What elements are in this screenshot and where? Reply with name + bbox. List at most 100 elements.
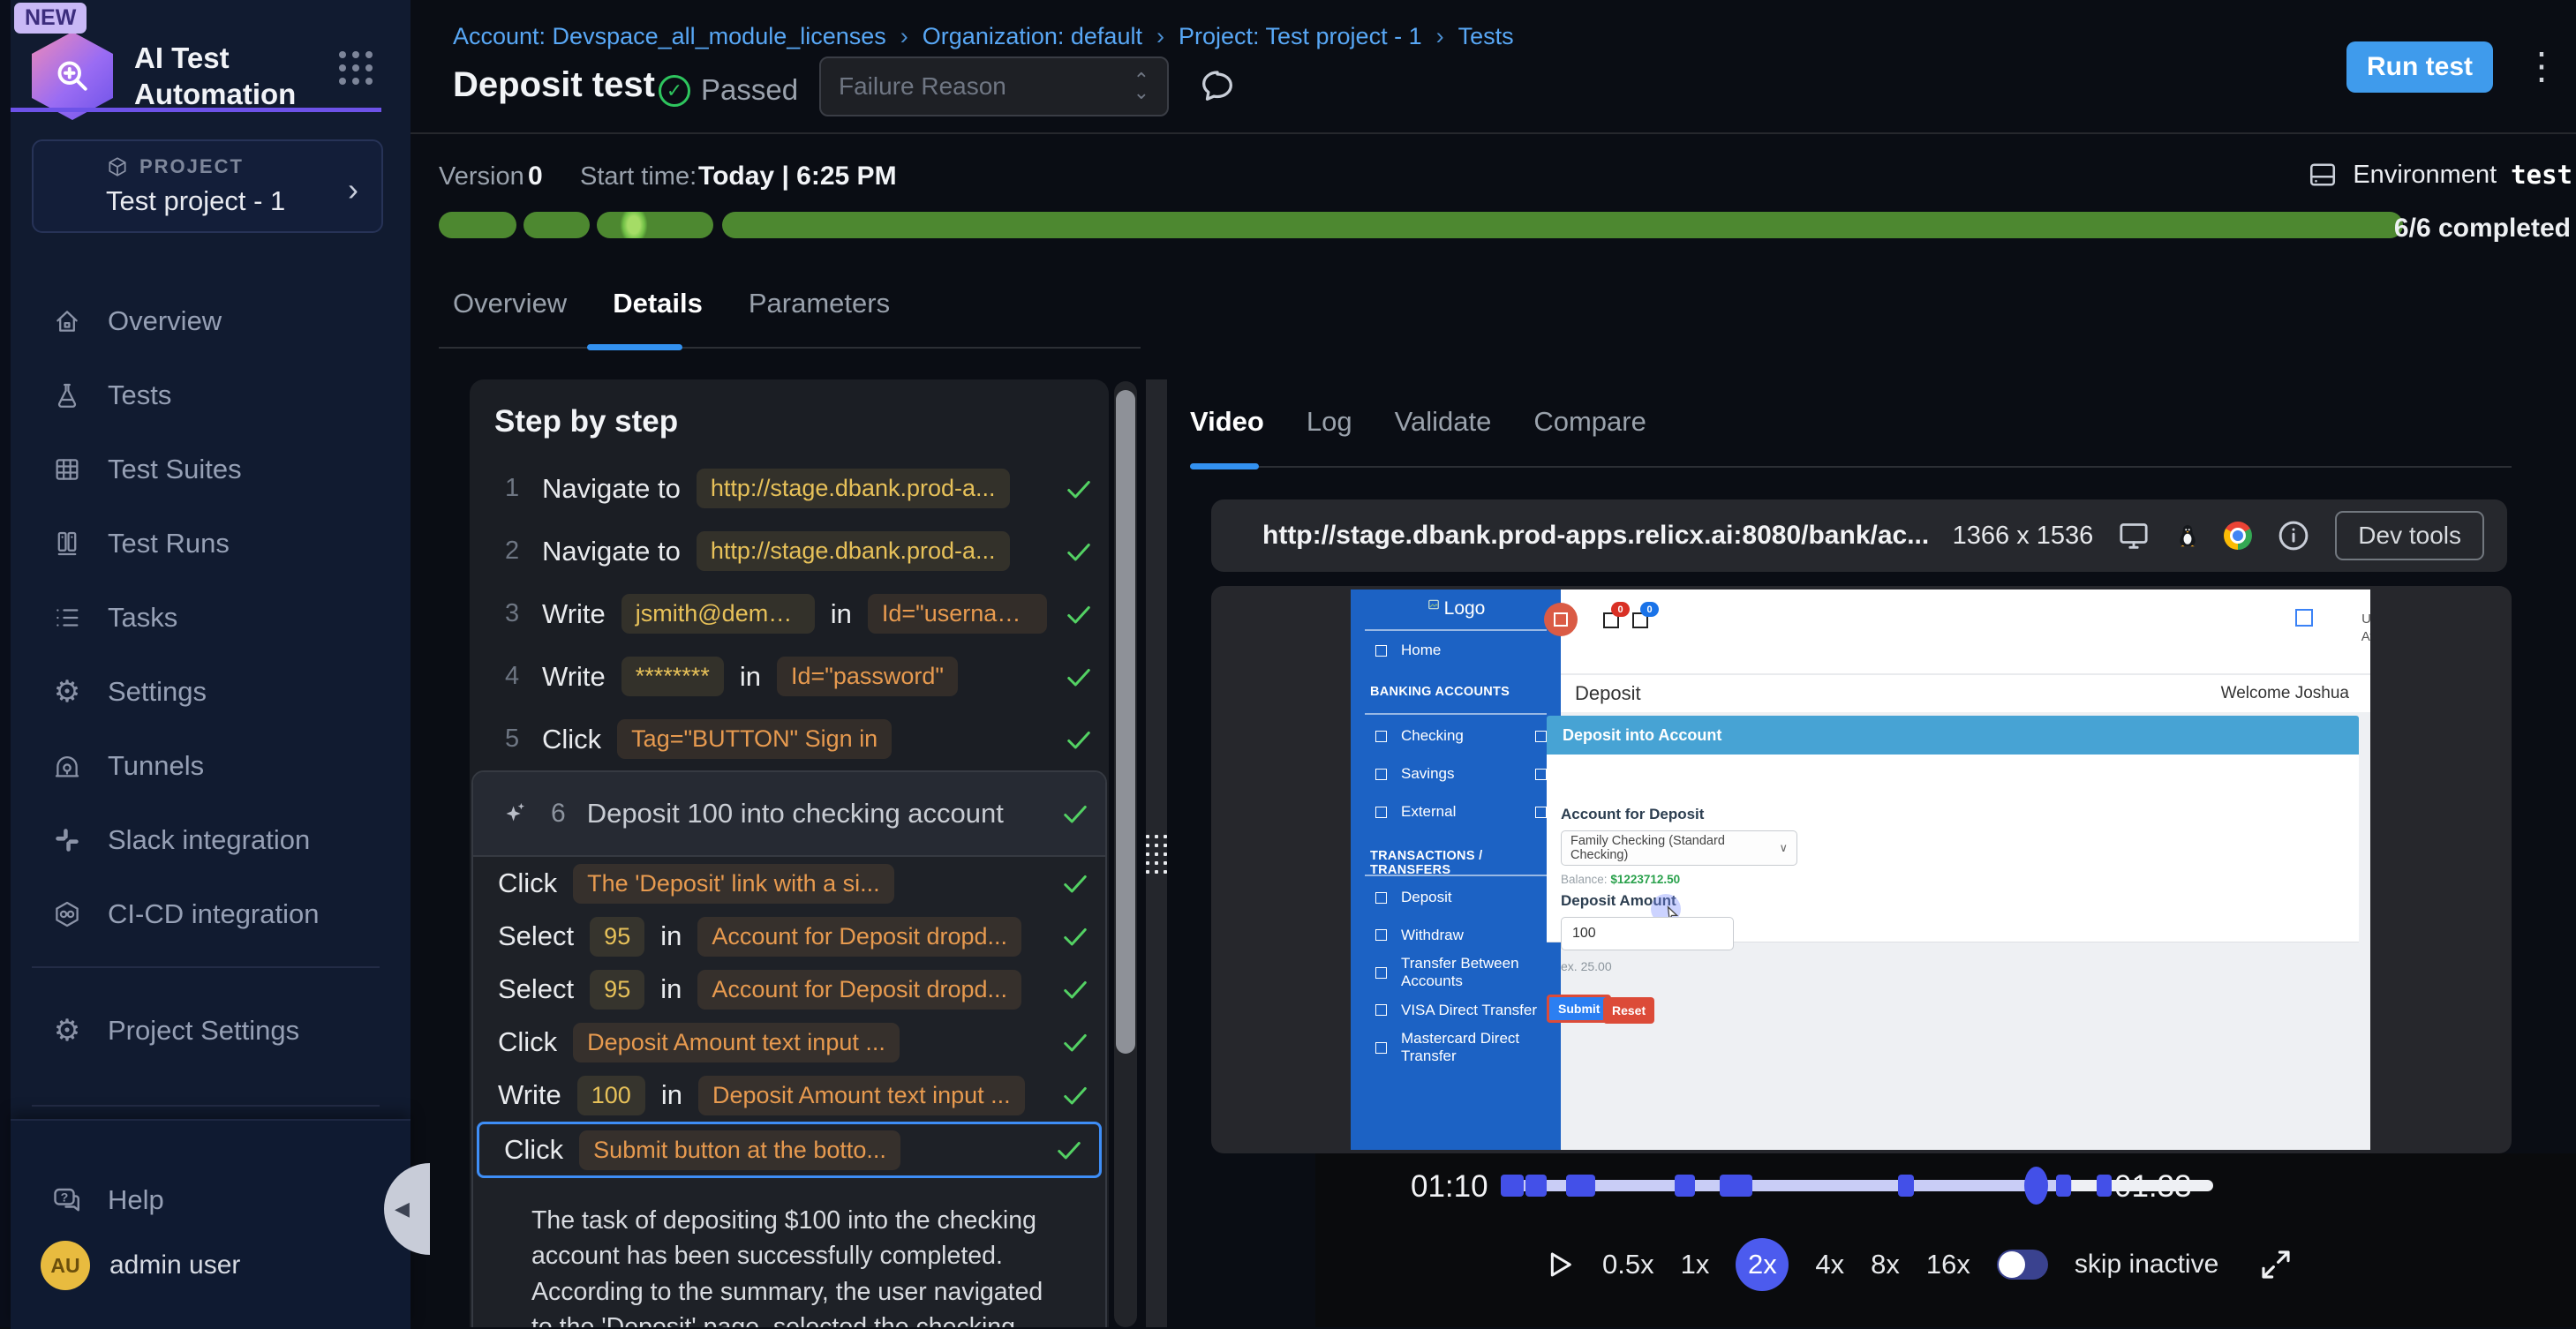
timeline-event-marker[interactable] <box>2097 1175 2113 1197</box>
tab-parameters[interactable]: Parameters <box>749 288 890 319</box>
reset-button[interactable]: Reset <box>1603 997 1654 1024</box>
step-target-chip[interactable]: 95 <box>590 917 644 957</box>
sidebar-item-settings[interactable]: ⚙Settings <box>11 655 411 729</box>
step-target-chip[interactable]: Deposit Amount text input ... <box>698 1076 1025 1115</box>
step-target-chip[interactable]: 100 <box>577 1076 645 1115</box>
failure-reason-select[interactable]: Failure Reason ⌃⌄ <box>819 56 1169 116</box>
user-menu[interactable]: AU admin user <box>11 1241 411 1290</box>
step-target-chip[interactable]: The 'Deposit' link with a si... <box>573 864 893 904</box>
step-target-chip[interactable]: Tag="BUTTON" Sign in <box>617 719 892 759</box>
brand[interactable]: AI Test Automation <box>32 32 337 120</box>
progress-segment[interactable] <box>439 212 516 238</box>
step-group-header[interactable]: 6 Deposit 100 into checking account <box>473 772 1105 857</box>
app-nav-deposit[interactable]: Deposit <box>1351 884 1561 911</box>
step-row[interactable]: Select95inAccount for Deposit dropd... <box>473 963 1105 1016</box>
timeline-event-marker[interactable] <box>1720 1175 1752 1197</box>
step-row[interactable]: ClickDeposit Amount text input ... <box>473 1016 1105 1069</box>
step-row[interactable]: 3Writejsmith@demo.ioinId="username" <box>470 582 1109 645</box>
speed-1x[interactable]: 1x <box>1681 1249 1710 1280</box>
submit-button[interactable]: Submit <box>1547 995 1611 1023</box>
app-nav-transfer-between-accounts[interactable]: Transfer Between Accounts <box>1351 959 1561 986</box>
app-nav-mastercard-direct-transfer[interactable]: Mastercard Direct Transfer <box>1351 1034 1561 1061</box>
steps-scrollbar[interactable] <box>1114 381 1137 1327</box>
video-tab-log[interactable]: Log <box>1307 406 1352 438</box>
checkbox-icon[interactable] <box>1535 769 1547 780</box>
sidebar-item-slack-integration[interactable]: Slack integration <box>11 803 411 877</box>
speed-0.5x[interactable]: 0.5x <box>1602 1249 1654 1280</box>
progress-segment-current[interactable] <box>597 212 713 238</box>
step-row[interactable]: Select95inAccount for Deposit dropd... <box>473 910 1105 963</box>
checkbox-icon[interactable] <box>1535 807 1547 818</box>
sidebar-item-test-runs[interactable]: Test Runs <box>11 507 411 581</box>
timeline-event-marker[interactable] <box>1525 1175 1546 1197</box>
app-nav-checking[interactable]: Checking <box>1351 723 1561 749</box>
breadcrumb-link[interactable]: Project: Test project - 1 <box>1179 23 1422 50</box>
breadcrumb-link[interactable]: Tests <box>1458 23 1514 50</box>
checkbox-icon[interactable] <box>1535 731 1547 742</box>
step-target-chip[interactable]: http://stage.dbank.prod-a... <box>697 531 1010 571</box>
app-nav-savings[interactable]: Savings <box>1351 761 1561 787</box>
user-avatar-placeholder[interactable]: UserAvat' <box>2345 598 2370 645</box>
speed-2x[interactable]: 2x <box>1736 1238 1789 1291</box>
step-target-chip[interactable]: Account for Deposit dropd... <box>697 970 1021 1010</box>
panel-splitter[interactable] <box>1146 379 1167 1327</box>
info-icon[interactable] <box>2275 517 2312 554</box>
step-target-chip[interactable]: Submit button at the botto... <box>579 1130 900 1170</box>
project-selector[interactable]: PROJECT Test project - 1 › <box>32 139 383 233</box>
step-target-chip[interactable]: Deposit Amount text input ... <box>573 1023 900 1062</box>
app-nav-home[interactable]: Home <box>1351 637 1561 664</box>
breadcrumb-link[interactable]: Organization: default <box>923 23 1142 50</box>
speed-4x[interactable]: 4x <box>1815 1249 1844 1280</box>
account-for-deposit-select[interactable]: Family Checking (Standard Checking) ∨ <box>1561 830 1797 866</box>
speed-16x[interactable]: 16x <box>1926 1249 1970 1280</box>
timeline-event-marker[interactable] <box>2056 1175 2072 1197</box>
sidebar-item-project-settings[interactable]: ⚙ Project Settings <box>11 994 411 1068</box>
header-icon[interactable] <box>2295 609 2313 627</box>
skip-inactive-toggle[interactable] <box>1997 1250 2048 1280</box>
tab-overview[interactable]: Overview <box>453 288 567 319</box>
sidebar-item-overview[interactable]: Overview <box>11 284 411 358</box>
dev-tools-button[interactable]: Dev tools <box>2335 511 2484 560</box>
sidebar-item-tasks[interactable]: Tasks <box>11 581 411 655</box>
sidebar-item-tunnels[interactable]: Tunnels <box>11 729 411 803</box>
fullscreen-icon[interactable] <box>2257 1246 2294 1283</box>
app-nav-withdraw[interactable]: Withdraw <box>1351 922 1561 949</box>
step-row[interactable]: 2Navigate tohttp://stage.dbank.prod-a... <box>470 520 1109 582</box>
timeline-event-marker[interactable] <box>1501 1175 1524 1197</box>
play-button[interactable] <box>1540 1247 1576 1282</box>
more-menu-icon[interactable]: ⋮ <box>2523 44 2560 87</box>
breadcrumb-link[interactable]: Account: Devspace_all_module_licenses <box>453 23 886 50</box>
step-target-chip[interactable]: Id="username" <box>868 594 1047 634</box>
timeline-event-marker[interactable] <box>1675 1175 1695 1197</box>
sidebar-item-ci-cd-integration[interactable]: CI-CD integration <box>11 877 411 951</box>
timeline-event-marker[interactable] <box>1566 1175 1594 1197</box>
step-row[interactable]: 4Write********inId="password" <box>470 645 1109 708</box>
timeline-event-marker[interactable] <box>1898 1175 1914 1197</box>
comment-icon[interactable] <box>1197 65 1238 106</box>
tab-details[interactable]: Details <box>613 288 703 319</box>
timeline-playhead[interactable] <box>2024 1167 2048 1205</box>
step-row-selected[interactable]: ClickSubmit button at the botto... <box>477 1122 1102 1178</box>
progress-segment[interactable] <box>523 212 590 238</box>
message-icon[interactable]: 0 <box>1632 612 1648 628</box>
sidebar-item-help[interactable]: ? Help <box>11 1163 411 1237</box>
video-tab-validate[interactable]: Validate <box>1395 406 1492 438</box>
step-row[interactable]: Write100inDeposit Amount text input ... <box>473 1069 1105 1122</box>
timeline-track[interactable] <box>1501 1180 2213 1191</box>
step-row[interactable]: ClickThe 'Deposit' link with a si... <box>473 857 1105 910</box>
notification-icon[interactable]: 0 <box>1603 612 1619 628</box>
progress-segment[interactable] <box>722 212 2403 238</box>
step-target-chip[interactable]: 95 <box>590 970 644 1010</box>
step-target-chip[interactable]: http://stage.dbank.prod-a... <box>697 469 1010 508</box>
menu-toggle-button[interactable] <box>1544 603 1578 636</box>
deposit-amount-input[interactable]: 100 <box>1561 917 1734 950</box>
step-target-chip[interactable]: ******** <box>621 657 724 696</box>
step-row[interactable]: 5ClickTag="BUTTON" Sign in <box>470 708 1109 770</box>
run-test-button[interactable]: Run test <box>2346 41 2493 93</box>
video-tab-compare[interactable]: Compare <box>1533 406 1646 438</box>
step-row[interactable]: 1Navigate tohttp://stage.dbank.prod-a... <box>470 457 1109 520</box>
app-nav-external[interactable]: External <box>1351 799 1561 825</box>
video-tab-video[interactable]: Video <box>1190 406 1264 438</box>
speed-8x[interactable]: 8x <box>1871 1249 1900 1280</box>
scrollbar-thumb[interactable] <box>1116 390 1135 1054</box>
